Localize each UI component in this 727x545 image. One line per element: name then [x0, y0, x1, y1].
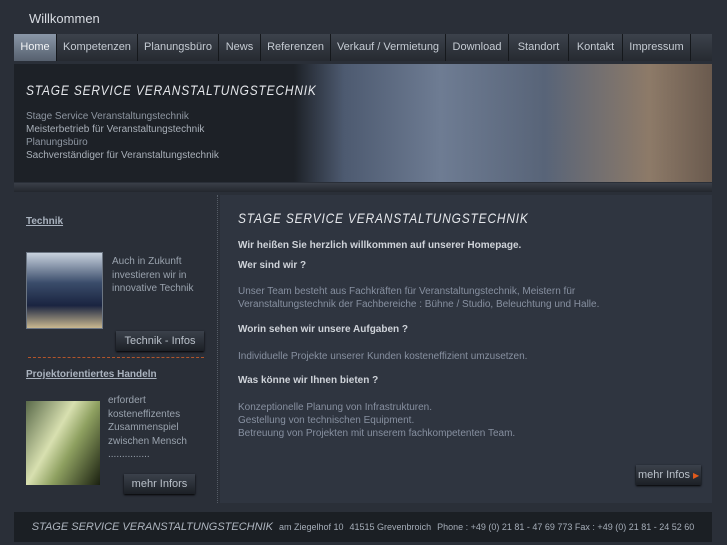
- dashed-divider: [28, 357, 204, 358]
- nav-home[interactable]: Home: [14, 34, 57, 61]
- nav-download[interactable]: Download: [446, 34, 509, 61]
- nav-news[interactable]: News: [219, 34, 261, 61]
- footer-address: am Ziegelhof 10: [278, 522, 344, 532]
- mehr-infos-button[interactable]: mehr Infos ▶: [636, 465, 701, 485]
- banner-photo-equipment: [294, 64, 712, 182]
- banner-line: Sachverständiger für Veranstaltungstechn…: [26, 150, 219, 161]
- technik-image: [26, 252, 103, 329]
- banner-line: Meisterbetrieb für Veranstaltungstechnik: [26, 124, 205, 135]
- footer-city: 41515 Grevenbroich: [349, 522, 432, 532]
- footer-contact: Phone : +49 (0) 21 81 - 47 69 773 Fax : …: [437, 522, 695, 532]
- answer-3: Gestellung von technischen Equipment.: [238, 415, 415, 426]
- nav-planungsbuero[interactable]: Planungsbüro: [138, 34, 219, 61]
- footer: Stage Service Veranstaltungstechnik am Z…: [14, 512, 712, 542]
- technik-text: investieren wir in: [112, 269, 187, 281]
- main-content: Stage Service Veranstaltungstechnik Wir …: [220, 195, 712, 503]
- banner-line: Stage Service Veranstaltungstechnik: [26, 111, 189, 122]
- projekt-text: zwischen Mensch: [108, 435, 187, 447]
- projekt-link[interactable]: Projektorientiertes Handeln: [26, 369, 157, 380]
- main-nav: Home Kompetenzen Planungsbüro News Refer…: [14, 34, 712, 61]
- arrow-right-icon: ▶: [693, 471, 700, 480]
- question-2: Worin sehen wir unsere Aufgaben ?: [238, 324, 409, 335]
- nav-kontakt[interactable]: Kontakt: [569, 34, 623, 61]
- nav-verkauf-vermietung[interactable]: Verkauf / Vermietung: [331, 34, 446, 61]
- projekt-text: erfordert: [108, 395, 146, 406]
- content-logo: Stage Service Veranstaltungstechnik: [238, 210, 529, 226]
- projekt-text: kosteneffizentes: [108, 408, 181, 420]
- answer-2: Individuelle Projekte unserer Kunden kos…: [238, 351, 528, 362]
- nav-kompetenzen[interactable]: Kompetenzen: [57, 34, 138, 61]
- mehr-infors-button[interactable]: mehr Infors: [124, 474, 195, 494]
- technik-infos-button[interactable]: Technik - Infos: [116, 331, 204, 351]
- separator-bar: [14, 183, 712, 192]
- banner-logo: Stage Service Veranstaltungstechnik: [26, 82, 317, 98]
- projekt-image: [26, 401, 100, 485]
- mehr-infos-label: mehr Infos: [638, 469, 690, 481]
- nav-standort[interactable]: Standort: [509, 34, 569, 61]
- page-title: Willkommen: [29, 11, 100, 26]
- left-column: Technik Auch in Zukunft investieren wir …: [14, 195, 218, 503]
- answer-1: Unser Team besteht aus Fachkräften für V…: [238, 286, 576, 297]
- technik-text: Auch in Zukunft: [112, 256, 182, 267]
- question-1: Wer sind wir ?: [238, 260, 307, 271]
- technik-link[interactable]: Technik: [26, 216, 63, 227]
- banner-line: Planungsbüro: [26, 137, 88, 148]
- nav-impressum[interactable]: Impressum: [623, 34, 691, 61]
- answer-3: Betreuung von Projekten mit unserem fach…: [238, 428, 516, 439]
- nav-referenzen[interactable]: Referenzen: [261, 34, 331, 61]
- footer-logo: Stage Service Veranstaltungstechnik: [31, 521, 273, 533]
- welcome-text: Wir heißen Sie herzlich willkommen auf u…: [238, 240, 522, 251]
- technik-text: innovative Technik: [112, 283, 194, 294]
- projekt-text: Zusammenspiel: [108, 422, 179, 433]
- answer-3: Konzeptionelle Planung von Infrastruktur…: [238, 402, 433, 413]
- header-banner: Stage Service Veranstaltungstechnik Stag…: [14, 64, 712, 182]
- question-3: Was könne wir Ihnen bieten ?: [238, 375, 379, 386]
- projekt-text: ...............: [108, 449, 150, 460]
- answer-1: Veranstaltungstechnik der Fachbereiche :…: [238, 299, 600, 310]
